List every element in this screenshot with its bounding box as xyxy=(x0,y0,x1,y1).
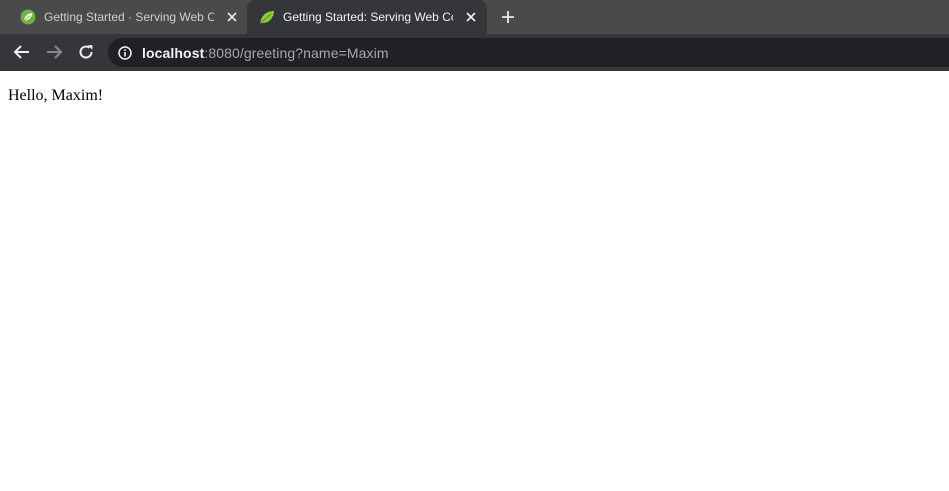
tab-title: Getting Started · Serving Web Co xyxy=(44,10,214,24)
tab-active[interactable]: Getting Started: Serving Web Co xyxy=(247,0,487,34)
back-arrow-icon[interactable] xyxy=(13,43,31,61)
url-host: localhost xyxy=(142,45,205,61)
reload-icon[interactable] xyxy=(77,43,95,61)
info-icon[interactable] xyxy=(118,46,132,60)
address-bar[interactable]: localhost:8080/greeting?name=Maxim xyxy=(108,38,949,67)
url-path: :8080/greeting?name=Maxim xyxy=(204,45,389,61)
tab-inactive[interactable]: Getting Started · Serving Web Co xyxy=(8,0,248,34)
greeting-text: Hello, Maxim! xyxy=(8,87,104,104)
url-text[interactable]: localhost:8080/greeting?name=Maxim xyxy=(142,45,389,61)
new-tab-plus-icon[interactable] xyxy=(500,9,516,25)
close-icon[interactable] xyxy=(465,11,477,23)
tab-strip: Getting Started · Serving Web Co Getting… xyxy=(0,0,949,34)
close-icon[interactable] xyxy=(226,11,238,23)
spring-leaf-icon xyxy=(20,9,36,25)
tab-title: Getting Started: Serving Web Co xyxy=(283,10,453,24)
spring-leaf-icon xyxy=(260,11,274,24)
forward-arrow-icon[interactable] xyxy=(45,43,63,61)
browser-toolbar: localhost:8080/greeting?name=Maxim xyxy=(0,34,949,71)
page-content: Hello, Maxim! xyxy=(0,71,949,491)
